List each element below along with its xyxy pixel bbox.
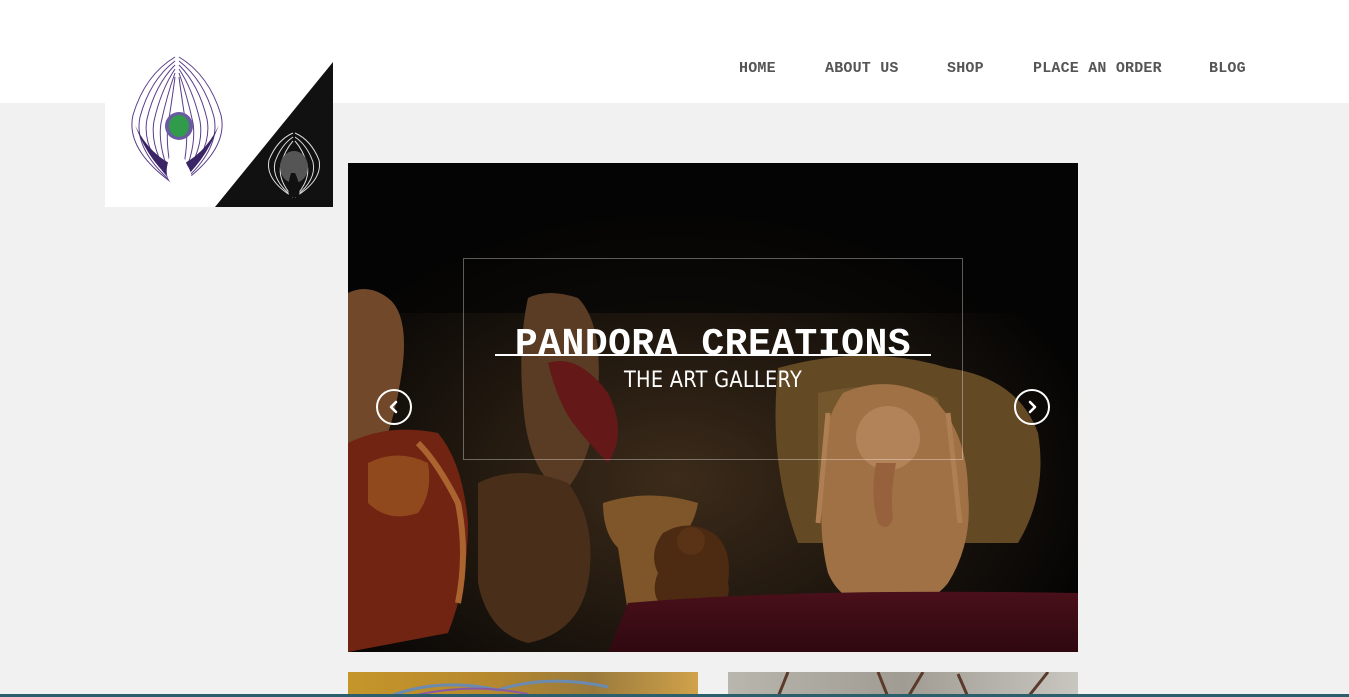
nav-about-us[interactable]: ABOUT US (825, 60, 899, 77)
slider-next-button[interactable] (1014, 389, 1050, 425)
nav-home[interactable]: HOME (739, 60, 776, 77)
chevron-right-icon (1028, 400, 1037, 414)
slider-prev-button[interactable] (376, 389, 412, 425)
nav-place-an-order[interactable]: PLACE AN ORDER (1033, 60, 1162, 77)
nav-blog[interactable]: BLOG (1209, 60, 1246, 77)
hero-slider: PANDORA CREATIONS THE ART GALLERY (348, 163, 1078, 652)
hero-title: PANDORA CREATIONS (514, 323, 912, 366)
hero-subtitle: THE ART GALLERY (623, 368, 803, 393)
hero-title-underline (495, 354, 931, 356)
chevron-left-icon (389, 400, 398, 414)
main-navigation: HOME ABOUT US SHOP PLACE AN ORDER BLOG (0, 60, 1349, 80)
nav-shop[interactable]: SHOP (947, 60, 984, 77)
